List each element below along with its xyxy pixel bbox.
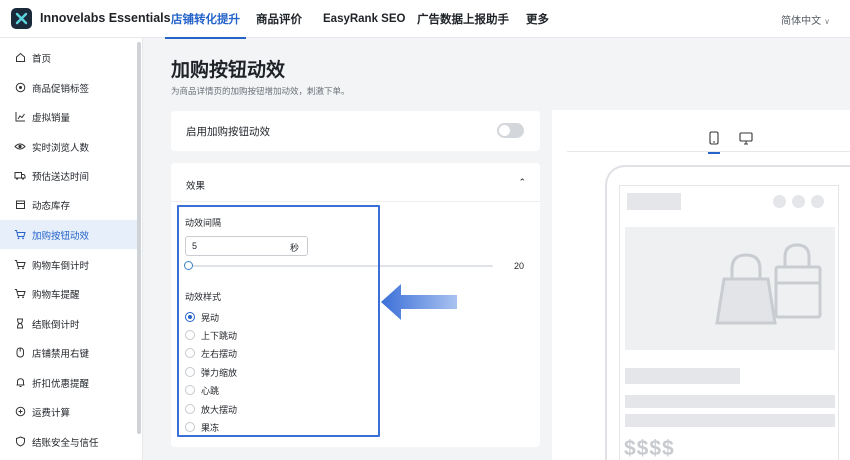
cart-icon (14, 229, 26, 241)
placeholder-bar (625, 368, 740, 384)
placeholder-dot (792, 195, 805, 208)
sidebar-item-label: 购物车提醒 (32, 289, 80, 301)
sidebar-item-label: 虚拟销量 (32, 112, 71, 124)
sidebar-item-cart-button-animation[interactable]: 加购按钮动效 (0, 220, 137, 249)
sidebar-item-label: 结账安全与信任 (32, 437, 99, 449)
sidebar-item-promo-tags[interactable]: 商品促销标签 (0, 73, 137, 102)
sidebar-item-label: 结账倒计时 (32, 319, 80, 331)
app-logo (11, 8, 32, 29)
product-image-placeholder (625, 227, 835, 350)
page-title: 加购按钮动效 (171, 60, 286, 81)
sidebar-item-label: 首页 (32, 53, 52, 65)
sidebar-item-checkout-trust[interactable]: 结账安全与信任 (0, 427, 137, 456)
sidebar-item-label: 加购按钮动效 (32, 230, 90, 242)
enable-toggle[interactable] (497, 123, 524, 138)
chevron-up-icon[interactable]: ⌃ (518, 177, 526, 188)
interval-slider-max: 20 (514, 261, 525, 271)
sidebar-item-disable-right-click[interactable]: 店铺禁用右键 (0, 338, 137, 367)
preview-divider (567, 151, 850, 152)
pointer-arrow-icon (381, 284, 457, 320)
effect-section-title: 效果 (186, 181, 206, 192)
sidebar-scrollbar[interactable] (137, 42, 141, 434)
shield-icon (14, 436, 26, 448)
sidebar-item-shipping-calculator[interactable]: 运费计算 (0, 397, 137, 426)
sidebar-item-dynamic-stock[interactable]: 动态库存 (0, 190, 137, 219)
sidebar-item-live-viewers[interactable]: 实时浏览人数 (0, 132, 137, 161)
bell-icon (14, 377, 26, 389)
placeholder-bar (625, 395, 835, 408)
sidebar-item-label: 动态库存 (32, 200, 71, 212)
device-tab-indicator (708, 152, 720, 154)
enable-card: 启用加购按钮动效 (171, 111, 540, 151)
sidebar-item-cart-countdown[interactable]: 购物车倒计时 (0, 250, 137, 279)
sidebar-item-cart-reminder[interactable]: 购物车提醒 (0, 279, 137, 308)
cart-icon (14, 288, 26, 300)
home-icon (14, 52, 26, 64)
box-icon (14, 199, 26, 211)
sidebar-item-label: 预估送达时间 (32, 171, 90, 183)
placeholder-dot (773, 195, 786, 208)
preview-panel: $$$$ (552, 110, 850, 460)
sidebar-item-delivery-time[interactable]: 预估送达时间 (0, 161, 137, 190)
sidebar-item-label: 运费计算 (32, 407, 71, 419)
language-select[interactable]: 简体中文 ∨ (781, 12, 830, 27)
placeholder-bar (627, 193, 681, 210)
section-divider (171, 201, 540, 202)
nav-reviews[interactable]: 商品评价 (256, 0, 302, 38)
calculator-icon (14, 406, 26, 418)
sidebar-item-home[interactable]: 首页 (0, 43, 137, 72)
eye-icon (14, 141, 26, 153)
sidebar-item-discount-reminder[interactable]: 折扣优惠提醒 (0, 368, 137, 397)
cart-timer-icon (14, 259, 26, 271)
desktop-icon[interactable] (738, 130, 754, 146)
badge-icon (14, 82, 26, 94)
truck-icon (14, 170, 26, 182)
mobile-icon[interactable] (706, 130, 722, 146)
nav-ad-data[interactable]: 广告数据上报助手 (417, 0, 509, 38)
enable-label: 启用加购按钮动效 (186, 126, 270, 138)
nav-more[interactable]: 更多 (526, 0, 549, 38)
sidebar-item-label: 实时浏览人数 (32, 142, 90, 154)
sidebar-item-label: 购物车倒计时 (32, 260, 90, 272)
sidebar-item-checkout-countdown[interactable]: 结账倒计时 (0, 309, 137, 338)
price-placeholder: $$$$ (624, 437, 675, 460)
placeholder-dot (811, 195, 824, 208)
chart-icon (14, 111, 26, 123)
sidebar: 首页 商品促销标签 虚拟销量 实时浏览人数 预估送达时间 动态库存 加购按钮动效… (0, 38, 143, 460)
page-subtitle: 为商品详情页的加购按钮增加动效，刺激下单。 (171, 86, 350, 96)
sidebar-item-label: 店铺禁用右键 (32, 348, 90, 360)
language-label: 简体中文 (781, 16, 822, 27)
nav-easyrank-seo[interactable]: EasyRank SEO (323, 0, 405, 38)
highlight-box (177, 205, 380, 437)
sidebar-item-label: 商品促销标签 (32, 83, 90, 95)
sidebar-item-label: 折扣优惠提醒 (32, 378, 90, 390)
nav-conversion[interactable]: 店铺转化提升 (165, 0, 246, 39)
placeholder-bar (625, 414, 835, 427)
chevron-down-icon: ∨ (824, 17, 830, 26)
mouse-icon (14, 347, 26, 359)
top-bar: Innovelabs Essentials 店铺转化提升 商品评价 EasyRa… (0, 0, 850, 39)
hourglass-icon (14, 318, 26, 330)
shopping-bag-icon (715, 243, 822, 325)
sidebar-item-virtual-sales[interactable]: 虚拟销量 (0, 102, 137, 131)
brand-name: Innovelabs Essentials (40, 11, 171, 25)
